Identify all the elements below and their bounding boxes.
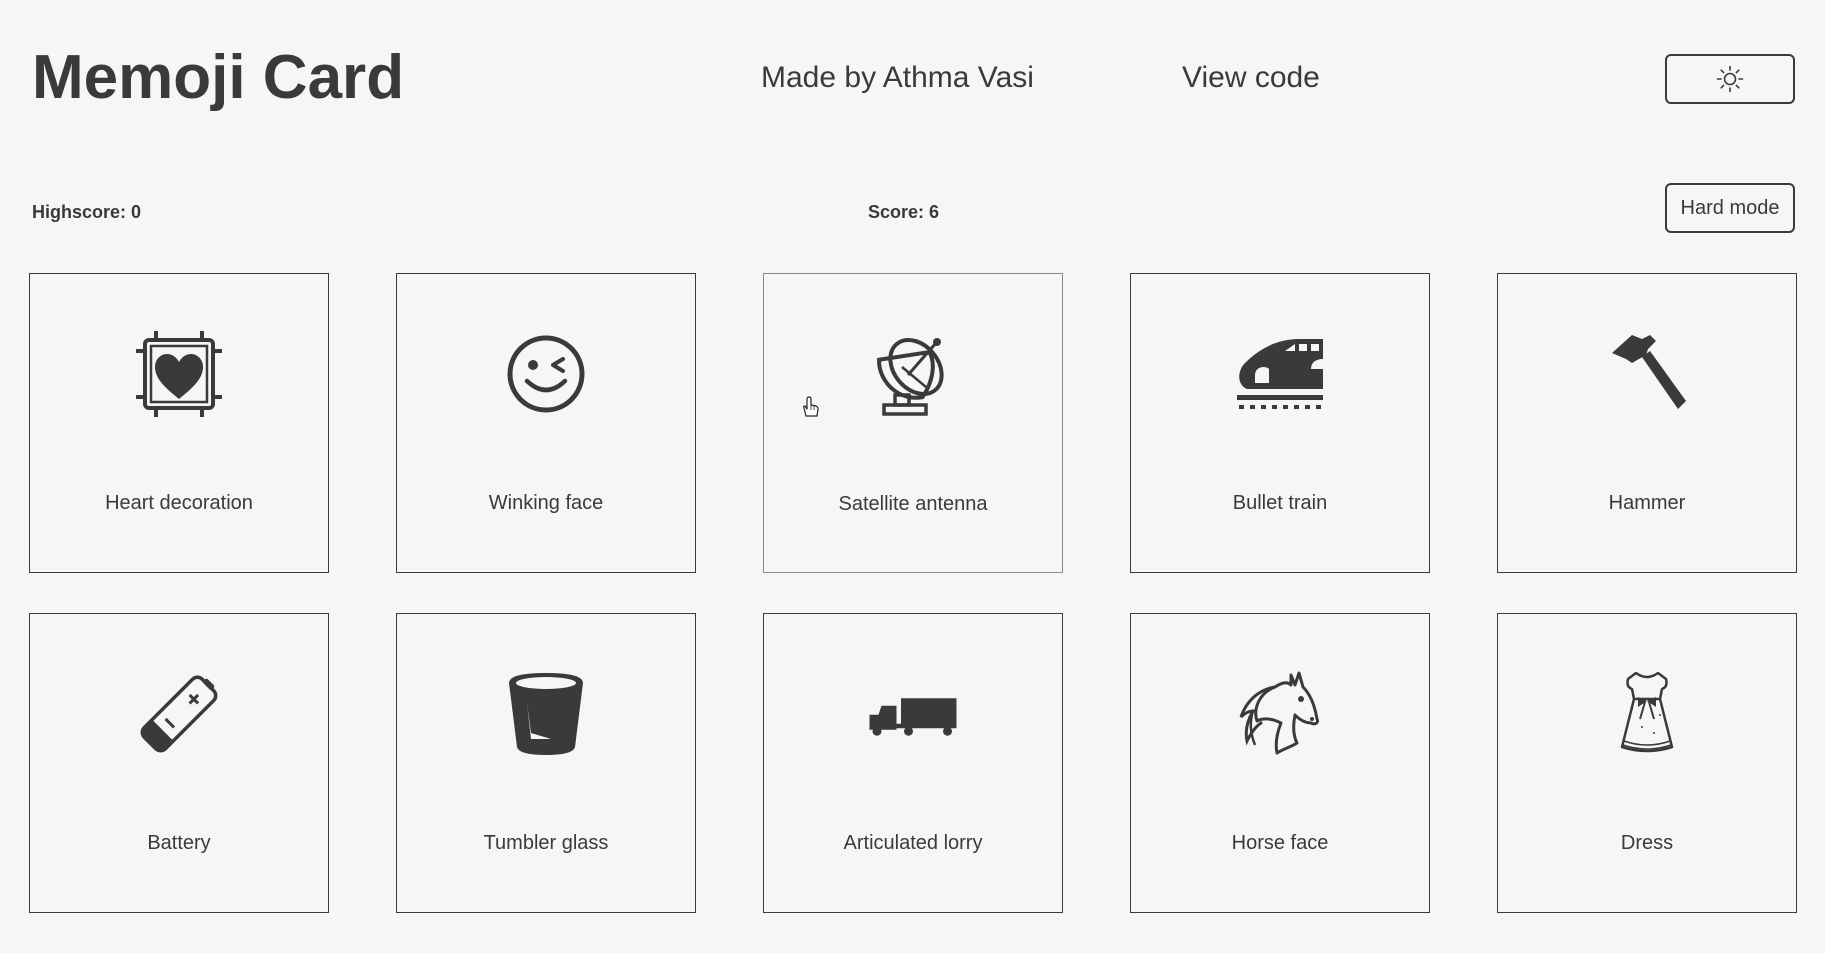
card-heart-decoration[interactable]: Heart decoration <box>29 273 329 573</box>
card-label: Horse face <box>1231 832 1329 854</box>
highscore-text: Highscore: 0 <box>32 202 142 222</box>
hammer-icon <box>1602 329 1692 419</box>
card-dress[interactable]: Dress <box>1497 613 1797 913</box>
card-battery[interactable]: Battery <box>29 613 329 913</box>
card-label: Heart decoration <box>105 492 253 514</box>
card-label: Hammer <box>1608 492 1686 514</box>
bullet-train-icon <box>1235 329 1325 419</box>
page: Memoji Card Made by Athma Vasi View code… <box>0 0 1825 953</box>
theme-toggle-button[interactable] <box>1665 54 1795 104</box>
card-label: Bullet train <box>1232 492 1328 514</box>
card-label: Winking face <box>488 492 604 514</box>
score-text: Score: 6 <box>868 202 940 222</box>
card-winking-face[interactable]: Winking face <box>396 273 696 573</box>
page-title: Memoji Card <box>32 43 405 112</box>
satellite-antenna-icon <box>868 329 958 419</box>
view-code-link[interactable]: View code <box>1182 58 1320 98</box>
card-label: Battery <box>147 832 211 854</box>
card-horse-face[interactable]: Horse face <box>1130 613 1430 913</box>
card-label: Articulated lorry <box>843 832 983 854</box>
card-hammer[interactable]: Hammer <box>1497 273 1797 573</box>
hard-mode-button[interactable]: Hard mode <box>1665 183 1795 233</box>
sun-icon <box>1716 65 1744 93</box>
heart-decoration-icon <box>134 329 224 419</box>
card-label: Satellite antenna <box>838 493 988 515</box>
card-satellite-antenna[interactable]: Satellite antenna <box>763 273 1063 573</box>
winking-face-icon <box>501 329 591 419</box>
dress-icon <box>1602 669 1692 759</box>
card-tumbler-glass[interactable]: Tumbler glass <box>396 613 696 913</box>
articulated-lorry-icon <box>868 669 958 759</box>
card-articulated-lorry[interactable]: Articulated lorry <box>763 613 1063 913</box>
card-label: Tumbler glass <box>483 832 609 854</box>
card-bullet-train[interactable]: Bullet train <box>1130 273 1430 573</box>
made-by-link[interactable]: Made by Athma Vasi <box>761 58 1034 98</box>
horse-face-icon <box>1235 669 1325 759</box>
card-label: Dress <box>1620 832 1674 854</box>
tumbler-glass-icon <box>501 669 591 759</box>
battery-icon <box>134 669 224 759</box>
